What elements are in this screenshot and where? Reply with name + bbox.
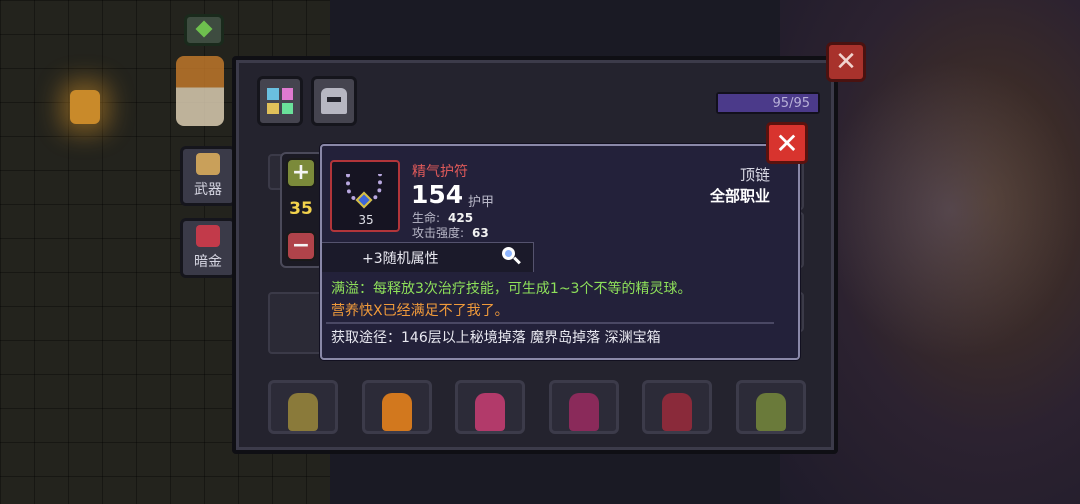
grid-icon <box>267 88 293 114</box>
tab-dark-gold-label: 暗金 <box>194 254 222 270</box>
stat-attack: 攻击强度: 63 <box>412 224 489 241</box>
item-name: 精气护符 <box>412 164 468 180</box>
random-attributes-label: +3随机属性 <box>362 250 439 267</box>
armor-slot[interactable] <box>549 380 619 434</box>
item-flavor-text: 营养快X已经满足不了我了。 <box>331 303 509 319</box>
divider <box>326 322 774 324</box>
stat-hp-value: 425 <box>448 211 474 225</box>
armor-icon <box>382 393 412 431</box>
item-slot-type: 顶链 <box>739 166 770 184</box>
inventory-grid-button[interactable] <box>257 76 303 126</box>
chest-icon <box>196 225 220 247</box>
stat-hp-label: 生命: <box>412 211 441 225</box>
level-value: 35 <box>289 199 313 219</box>
item-source: 获取途径：146层以上秘境掉落 魔界岛掉落 深渊宝箱 <box>331 330 661 346</box>
close-panel-button[interactable]: ✕ <box>826 42 866 82</box>
tab-dark-gold[interactable]: 暗金 <box>180 218 236 278</box>
armor-slot[interactable] <box>642 380 712 434</box>
tab-weapon[interactable]: 武器 <box>180 146 236 206</box>
item-armor-label: 护甲 <box>468 195 495 210</box>
level-increase-button[interactable]: + <box>286 158 316 188</box>
plus-icon: + <box>291 160 311 185</box>
signal-icon <box>184 14 224 46</box>
armor-icon <box>569 393 599 431</box>
armor-icon <box>662 393 692 431</box>
armor-icon <box>475 393 505 431</box>
close-icon: ✕ <box>775 126 799 160</box>
minus-icon: − <box>291 233 311 258</box>
item-armor-value: 154 <box>411 180 464 209</box>
magnifier-icon[interactable] <box>502 247 521 265</box>
armor-slot[interactable] <box>455 380 525 434</box>
close-icon: ✕ <box>835 47 857 77</box>
item-effect: 满溢：每释放3次治疗技能，可生成1~3个不等的精灵球。 <box>331 281 692 297</box>
close-tooltip-button[interactable]: ✕ <box>766 122 808 164</box>
armor-slot[interactable] <box>268 380 338 434</box>
item-level: 35 <box>358 213 374 227</box>
stat-attack-value: 63 <box>472 226 489 240</box>
level-decrease-button[interactable]: − <box>286 231 316 261</box>
item-class-requirement: 全部职业 <box>709 187 770 205</box>
helmet-filter-button[interactable] <box>311 76 357 126</box>
armor-icon <box>288 393 318 431</box>
armor-slot[interactable] <box>362 380 432 434</box>
helmet-icon <box>321 88 347 114</box>
cloud-background <box>820 60 1080 360</box>
capacity-bar: 95/95 <box>716 92 820 114</box>
weapon-icon <box>196 153 220 175</box>
equipment-slot[interactable] <box>268 292 328 354</box>
capacity-text: 95/95 <box>772 95 810 111</box>
stat-attack-label: 攻击强度: <box>412 226 465 240</box>
tab-weapon-label: 武器 <box>194 182 222 198</box>
armor-icon <box>756 393 786 431</box>
armor-slot[interactable] <box>736 380 806 434</box>
lamp-icon <box>70 90 100 124</box>
shiba-npc <box>176 56 224 126</box>
